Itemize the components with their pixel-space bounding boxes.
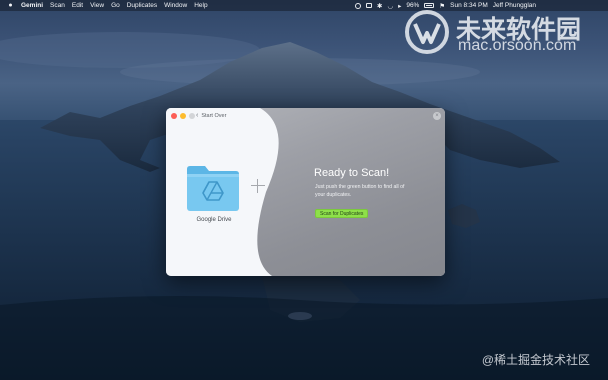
menu-user[interactable]: Jeff Phungglan (493, 2, 536, 9)
zoom-window-button[interactable] (189, 113, 195, 119)
watermark-logo-icon (405, 10, 449, 54)
menu-help[interactable]: Help (194, 2, 207, 9)
start-over-label: Start Over (201, 112, 227, 119)
apple-menu-icon[interactable]: ● (7, 2, 14, 10)
ready-description: Just push the green button to find all o… (315, 184, 405, 198)
google-drive-folder-icon[interactable] (185, 163, 241, 213)
source-label: Google Drive (196, 217, 232, 223)
watermark-bottom-text: @稀土掘金技术社区 (481, 353, 590, 367)
menu-duplicates[interactable]: Duplicates (127, 2, 157, 9)
scan-for-duplicates-button[interactable]: Scan for Duplicates (315, 209, 369, 218)
menu-view[interactable]: View (90, 2, 104, 9)
status-icon[interactable] (354, 2, 361, 9)
wifi-icon[interactable]: ◡ (387, 2, 393, 10)
menu-go[interactable]: Go (111, 2, 120, 9)
close-window-button[interactable] (171, 113, 177, 119)
volume-icon[interactable]: ▸ (398, 2, 401, 10)
gemini-window: ‹ Start Over × Google Drive Ready to Sca… (166, 108, 445, 276)
menu-window[interactable]: Window (164, 2, 187, 9)
close-icon[interactable]: × (433, 112, 441, 120)
airplay-icon[interactable] (365, 3, 372, 8)
menu-scan[interactable]: Scan (50, 2, 65, 9)
ready-heading: Ready to Scan! (314, 167, 390, 179)
chevron-left-icon: ‹ (196, 112, 199, 119)
menu-app-name[interactable]: Gemini (21, 2, 43, 9)
battery-icon[interactable] (424, 3, 435, 8)
battery-percent[interactable]: 96% (406, 2, 419, 9)
menu-edit[interactable]: Edit (72, 2, 83, 9)
add-folder-icon[interactable] (251, 179, 265, 193)
bluetooth-icon[interactable]: ✱ (377, 2, 382, 10)
menu-clock[interactable]: Sun 8:34 PM (450, 2, 488, 9)
minimize-window-button[interactable] (180, 113, 186, 119)
watermark-url: mac.orsoon.com (458, 37, 577, 54)
window-controls (171, 113, 195, 119)
start-over-button[interactable]: ‹ Start Over (196, 112, 226, 119)
